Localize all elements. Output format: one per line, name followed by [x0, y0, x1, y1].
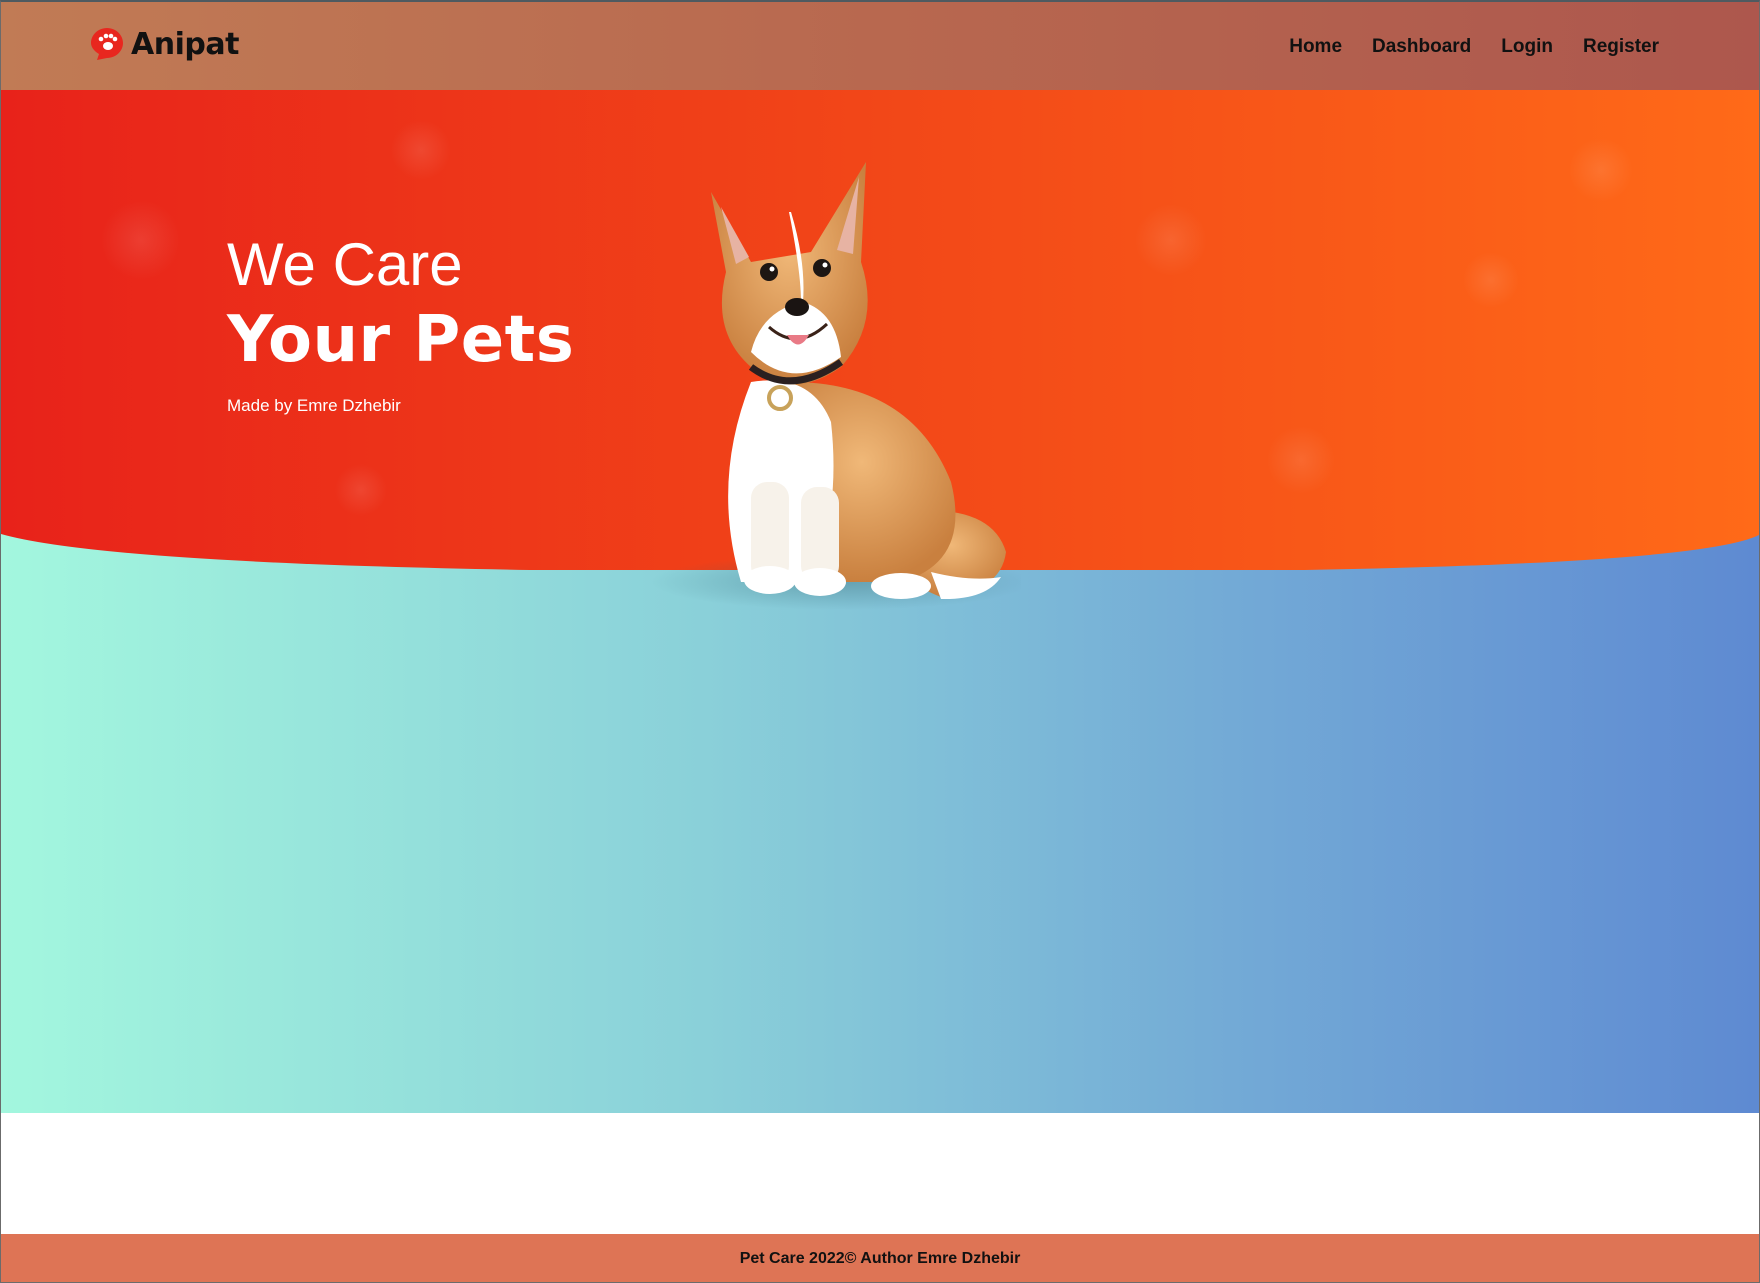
hero-title-line2: Your Pets — [227, 303, 575, 377]
hero-title-line1: We Care — [227, 231, 463, 298]
brand-name: Anipat — [131, 26, 239, 62]
nav-register[interactable]: Register — [1583, 36, 1659, 58]
main-nav: Home Dashboard Login Register — [1289, 36, 1659, 58]
hero-subtitle: Made by Emre Dzhebir — [227, 396, 401, 415]
corgi-dog-illustration — [651, 162, 1021, 610]
footer-copyright: Pet Care 2022© Author Emre Dzhebir — [739, 1250, 1021, 1267]
paw-chat-bubble-icon — [91, 28, 123, 60]
brand-logo[interactable]: Anipat — [89, 26, 239, 62]
page-frame: We Care Your Pets Made by Emre Dzhebir A… — [0, 0, 1760, 1283]
nav-login[interactable]: Login — [1501, 36, 1553, 58]
site-footer: Pet Care 2022© Author Emre Dzhebir — [1, 1234, 1759, 1282]
nav-dashboard[interactable]: Dashboard — [1372, 36, 1471, 58]
site-header: Anipat Home Dashboard Login Register — [1, 2, 1759, 90]
nav-home[interactable]: Home — [1289, 36, 1342, 58]
